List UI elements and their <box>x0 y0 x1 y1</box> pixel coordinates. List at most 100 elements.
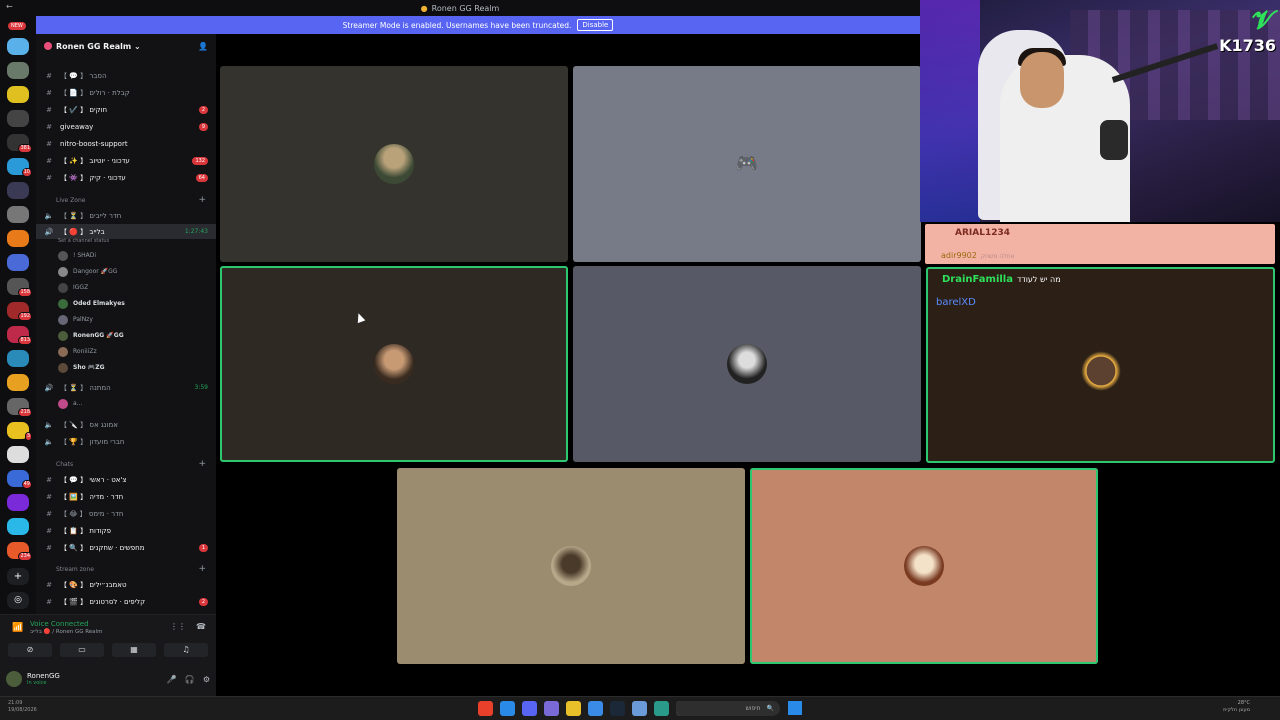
voice-channel-live[interactable]: 🔊 【 🔴 】 בלייב 1:27:43 <box>36 224 216 239</box>
server-icon[interactable] <box>7 350 29 367</box>
voice-user[interactable]: RoniiiZz <box>58 344 208 359</box>
category-live-zone[interactable]: Live Zone + <box>36 194 216 206</box>
server-icon[interactable] <box>7 446 29 463</box>
participant-tile[interactable] <box>220 66 568 262</box>
channel-item[interactable]: # 【 🎨 】 טאמבנ״ילים <box>36 577 216 592</box>
voice-channel[interactable]: 🔈 【 🏆 】 חברי מועדון <box>36 434 216 449</box>
app-icon[interactable] <box>544 701 559 716</box>
disable-streamer-button[interactable]: Disable <box>577 19 614 31</box>
participant-tile[interactable] <box>573 266 921 462</box>
server-icon[interactable] <box>7 254 29 271</box>
voice-channel[interactable]: 🔊 【 ⏳ 】 המתנה 3:59 <box>36 380 216 395</box>
server-icon[interactable] <box>7 230 29 247</box>
participant-tile-speaking[interactable] <box>750 468 1098 664</box>
participant-tile-speaking[interactable]: DrainFamilla מה יש לעודד barelXD <box>926 267 1275 463</box>
gear-icon[interactable]: ⚙ <box>203 675 210 684</box>
participant-tile[interactable]: 🎮 <box>573 66 921 262</box>
voice-user[interactable]: PalNzy <box>58 312 208 327</box>
participant-tile-speaking[interactable] <box>220 266 568 462</box>
server-icon[interactable]: 158 <box>7 278 32 297</box>
add-channel-icon[interactable]: + <box>198 459 206 469</box>
taskbar-date[interactable]: 19/08/2026 <box>8 707 37 714</box>
category-stream-zone[interactable]: Stream zone + <box>36 563 216 575</box>
back-arrow-icon[interactable]: ← <box>6 2 13 11</box>
browser-icon[interactable] <box>500 701 515 716</box>
category-chats[interactable]: Chats + <box>36 458 216 470</box>
voice-channel-path[interactable]: בלייב 🔴 / Ronen GG Realm <box>30 629 102 635</box>
soundboard-button[interactable]: ♫ <box>164 643 208 657</box>
channel-item[interactable]: # 【 💬 】 הסבר <box>36 68 216 83</box>
channel-item[interactable]: # 【 😂 】 חדר · מימס <box>36 506 216 521</box>
server-icon[interactable]: 813 <box>7 326 32 345</box>
add-server-icon[interactable]: + <box>7 568 29 585</box>
channel-item[interactable]: # 【 💬 】 צ'אט · ראשי <box>36 472 216 487</box>
channel-item[interactable]: # 【 🔍 】 מחפשים · שחקנים 1 <box>36 540 216 555</box>
voice-user[interactable]: Dangoor 🚀GG <box>58 264 208 279</box>
server-icon[interactable]: 3 <box>7 422 32 441</box>
channel-item[interactable]: # giveaway 9 <box>36 119 216 134</box>
discord-icon[interactable] <box>522 701 537 716</box>
channel-status-hint[interactable]: Set a channel status <box>58 238 109 244</box>
voice-connected-label[interactable]: Voice Connected <box>30 620 89 628</box>
server-icon[interactable]: 218 <box>7 398 32 417</box>
channel-sidebar: Ronen GG Realm ⌄ 👤 # 【 💬 】 הסבר # 【 📄 】 קב… <box>36 34 216 614</box>
app-icon[interactable] <box>588 701 603 716</box>
server-icon[interactable] <box>7 86 29 103</box>
edge-icon[interactable] <box>654 701 669 716</box>
windows-start-icon[interactable] <box>788 701 802 715</box>
avatar <box>58 250 68 261</box>
server-icon[interactable]: 10 <box>7 158 32 177</box>
add-channel-icon[interactable]: + <box>198 195 206 205</box>
folder-icon[interactable] <box>566 701 581 716</box>
channel-item[interactable]: # nitro-boost-support <box>36 136 216 151</box>
server-icon[interactable] <box>7 374 29 391</box>
taskbar-time[interactable]: 21:09 <box>8 700 37 707</box>
app-icon[interactable] <box>632 701 647 716</box>
server-icon[interactable] <box>7 110 29 127</box>
server-icon[interactable] <box>7 206 29 223</box>
server-icon[interactable]: 49 <box>7 470 32 489</box>
server-icon[interactable] <box>7 518 29 535</box>
channel-item[interactable]: # 【 📄 】 קבלת · רולים <box>36 85 216 100</box>
taskbar-search[interactable]: חיפוש 🔍 <box>676 701 780 716</box>
discover-icon[interactable]: ◎ <box>7 592 29 609</box>
participant-tile[interactable] <box>397 468 745 664</box>
app-icon[interactable] <box>478 701 493 716</box>
server-icon[interactable]: 192 <box>7 302 32 321</box>
signal-icon[interactable]: 📶 <box>12 623 23 633</box>
screen-share-button[interactable]: ▭ <box>60 643 104 657</box>
add-channel-icon[interactable]: + <box>198 564 206 574</box>
voice-user[interactable]: a... <box>58 396 208 411</box>
server-icon[interactable]: 234 <box>7 542 32 561</box>
noise-suppression-icon[interactable]: ⋮⋮ <box>170 622 186 631</box>
voice-user[interactable]: ! SHADi <box>58 248 208 263</box>
voice-channel[interactable]: 🔈 【 🔪 】 אמונג אס <box>36 417 216 432</box>
activities-button[interactable]: ▦ <box>112 643 156 657</box>
server-header[interactable]: Ronen GG Realm ⌄ 👤 <box>36 34 216 58</box>
voice-user[interactable]: IGGZ <box>58 280 208 295</box>
channel-item[interactable]: # 【 📋 】 פקודות <box>36 523 216 538</box>
add-member-icon[interactable]: 👤 <box>198 42 208 51</box>
weather-temp[interactable]: 28°C <box>1223 700 1250 707</box>
server-icon[interactable] <box>7 62 29 79</box>
voice-user[interactable]: Sho 🎮ZG <box>58 360 208 375</box>
voice-channel[interactable]: 🔈 【 ⏳ 】 חדר לייבים <box>36 208 216 223</box>
channel-item[interactable]: # 【 ✨ 】 עדכוני · יוטיוב 132 <box>36 153 216 168</box>
voice-user[interactable]: Oded Elmakyes <box>58 296 208 311</box>
user-area[interactable]: RonenGG In voice 🎤 🎧 ⚙ <box>6 667 210 691</box>
channel-item[interactable]: # 【 ✔️ 】 חוקים 2 <box>36 102 216 117</box>
microphone-icon[interactable]: 🎤 <box>167 675 177 684</box>
channel-item[interactable]: # 【 🖼️ 】 חדר · מדיה <box>36 489 216 504</box>
server-icon[interactable] <box>7 182 29 199</box>
server-icon[interactable] <box>7 38 29 55</box>
channel-item[interactable]: # 【 👾 】 עדכוני · קיק 64 <box>36 170 216 185</box>
weather-desc[interactable]: מעונן חלקית <box>1223 707 1250 714</box>
voice-user[interactable]: RonenGG 🚀GG <box>58 328 208 343</box>
headphones-icon[interactable]: 🎧 <box>185 675 195 684</box>
disconnect-icon[interactable]: ☎ <box>196 622 206 631</box>
channel-item[interactable]: # 【 🎬 】 קליפים · לסרטונים 2 <box>36 594 216 609</box>
server-icon[interactable]: 381 <box>7 134 32 153</box>
camera-off-button[interactable]: ⊘ <box>8 643 52 657</box>
steam-icon[interactable] <box>610 701 625 716</box>
server-icon[interactable] <box>7 494 29 511</box>
